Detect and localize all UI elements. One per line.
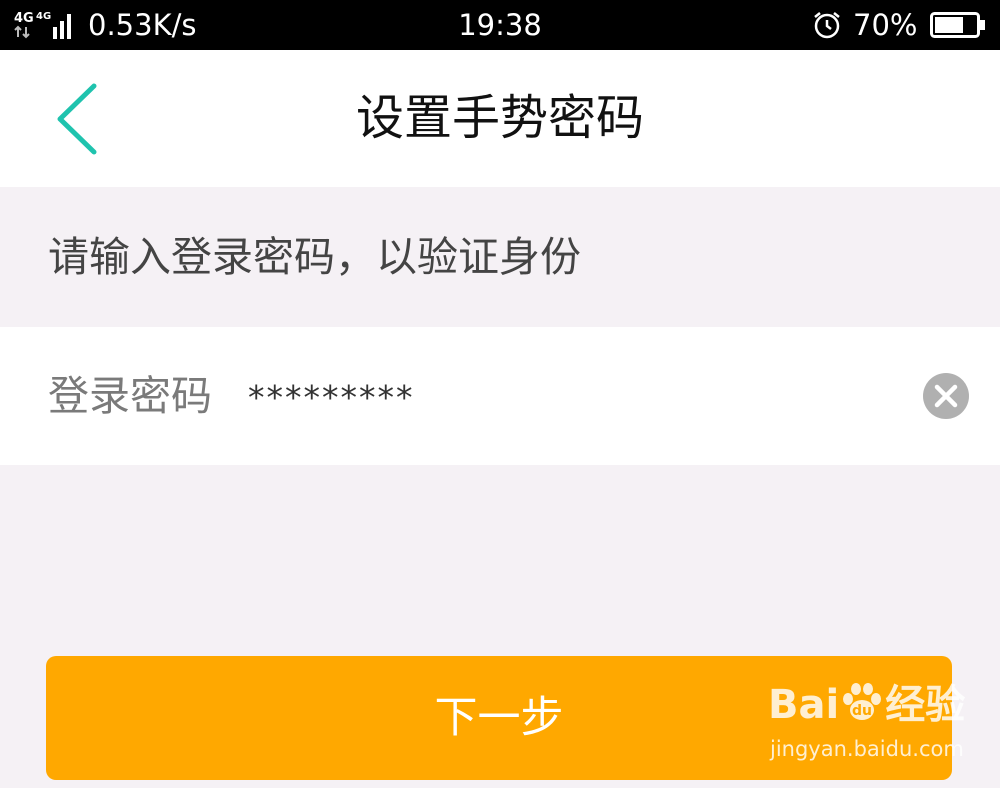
- page-title: 设置手势密码: [355, 90, 644, 146]
- instruction-text: 请输入登录密码，以验证身份: [48, 233, 581, 281]
- status-bar: 4G 4G 0.53K/s 19:38 70%: [0, 0, 1000, 50]
- baidu-jingyan-watermark: Bai du 经验 jingyan.baidu.com: [766, 678, 966, 770]
- password-label: 登录密码: [48, 372, 212, 420]
- clock: 19:38: [458, 8, 542, 42]
- watermark-logo: Bai du 经验: [768, 682, 966, 728]
- alarm-icon: [814, 12, 840, 39]
- battery-icon: [930, 12, 985, 38]
- app-header: 设置手势密码: [0, 50, 1000, 187]
- clear-circle-icon: [923, 373, 969, 419]
- password-field-row: 登录密码: [0, 327, 1000, 465]
- instruction-section: 请输入登录密码，以验证身份: [0, 187, 1000, 327]
- password-input[interactable]: [248, 375, 888, 419]
- paw-icon: du: [843, 683, 882, 720]
- clear-button[interactable]: [922, 372, 970, 420]
- battery-percent: 70%: [853, 8, 918, 42]
- watermark-url: jingyan.baidu.com: [770, 737, 964, 761]
- svg-text:du: du: [852, 703, 872, 719]
